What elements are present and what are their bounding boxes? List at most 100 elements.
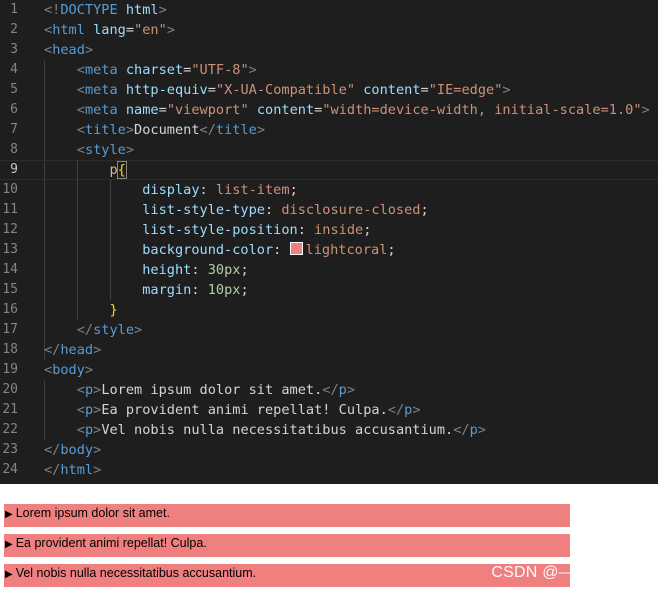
code-token: : [264, 202, 282, 218]
code-line[interactable]: 10 display: list-item; [0, 180, 658, 200]
code-token: content [256, 102, 315, 118]
line-number: 9 [10, 162, 18, 177]
code-token: lightcoral [305, 242, 388, 258]
code-token: { [116, 161, 127, 179]
code-line[interactable]: 22 <p>Vel nobis nulla necessitatibus acc… [0, 420, 658, 440]
paragraph-text: Vel nobis nulla necessitatibus accusanti… [15, 566, 257, 580]
code-line[interactable]: 13 background-color: lightcoral; [0, 240, 658, 260]
code-token: disclosure-closed [281, 202, 421, 218]
code-token: < [76, 82, 85, 98]
code-line[interactable]: 20 <p>Lorem ipsum dolor sit amet.</p> [0, 380, 658, 400]
code-token: lang [93, 22, 126, 38]
code-line[interactable]: 18 </head> [0, 340, 658, 360]
line-number: 15 [2, 282, 18, 297]
code-token: <! [44, 2, 61, 18]
code-text: <p > Ea provident animi repellat! Culpa.</… [44, 400, 421, 420]
paragraph-text: Ea provident animi repellat! Culpa. [15, 536, 207, 550]
code-token: p [84, 402, 94, 418]
code-line[interactable]: 12 list-style-position: inside; [0, 220, 658, 240]
code-token: Ea provident animi repellat! Culpa. [101, 402, 388, 418]
line-number: 6 [10, 102, 18, 117]
code-token: > [346, 382, 356, 398]
code-token: < [44, 22, 53, 38]
code-text: </html> [44, 460, 101, 480]
code-token: </ [76, 322, 94, 338]
code-line[interactable]: 19 <body> [0, 360, 658, 380]
code-token: </ [44, 342, 61, 358]
code-token: = [420, 82, 429, 98]
code-token: 30px [207, 262, 241, 278]
line-number: 2 [10, 22, 18, 37]
code-token: inside [314, 222, 364, 238]
code-text: height: 30px; [44, 260, 248, 280]
code-line[interactable]: 14 height: 30px; [0, 260, 658, 280]
line-number: 17 [2, 322, 18, 337]
code-token: </ [387, 402, 405, 418]
code-line[interactable]: 23 </body> [0, 440, 658, 460]
code-line[interactable]: 21 <p > Ea provident animi repellat! Culpa… [0, 400, 658, 420]
code-line[interactable]: 15 margin: 10px; [0, 280, 658, 300]
code-token: ; [363, 222, 372, 238]
line-number: 10 [2, 182, 18, 197]
disclosure-closed-icon: ▶ [5, 569, 13, 580]
code-token: style [84, 142, 126, 158]
code-token: < [76, 122, 85, 138]
code-line[interactable]: 4 <meta charset="UTF-8"> [0, 60, 658, 80]
code-text: list-style-position: inside; [44, 220, 371, 240]
code-line[interactable]: 9 p{ [0, 160, 658, 180]
code-text: background-color: lightcoral; [44, 240, 396, 260]
code-token: list-style-position [142, 222, 298, 238]
code-token: > [248, 62, 257, 78]
code-line[interactable]: 6 <meta name="viewport" content="width=d… [0, 100, 658, 120]
color-swatch-icon[interactable] [289, 242, 303, 255]
code-editor[interactable]: 1 <!DOCTYPE html> 2 <html lang="en"> 3 <head>… [0, 0, 658, 484]
code-token: p [84, 422, 94, 438]
code-text: <meta name="viewport" content="width=dev… [44, 100, 650, 120]
code-token: : [297, 222, 315, 238]
code-token: display [142, 182, 200, 198]
line-number: 19 [2, 362, 18, 377]
code-line[interactable]: 7 <title>Document</title> [0, 120, 658, 140]
code-token: > [93, 342, 102, 358]
code-line[interactable]: 3 <head> [0, 40, 658, 60]
code-text: list-style-type: disclosure-closed; [44, 200, 428, 220]
code-text: p{ [44, 161, 127, 179]
code-line[interactable]: 5 <meta http-equiv="X-UA-Compatible" con… [0, 80, 658, 100]
watermark: CSDN @—Miss. Z— [491, 564, 644, 581]
code-token: DOCTYPE [60, 2, 118, 18]
code-text: <title>Document</title> [44, 120, 265, 140]
code-line[interactable]: 1 <!DOCTYPE html> [0, 0, 658, 20]
code-token: > [158, 2, 167, 18]
code-token: > [477, 422, 486, 438]
code-token: > [502, 82, 511, 98]
code-token: ; [289, 182, 298, 198]
code-line[interactable]: 2 <html lang="en"> [0, 20, 658, 40]
code-token: p [338, 382, 347, 398]
browser-preview: ▶ Lorem ipsum dolor sit amet. ▶ Ea provide… [0, 484, 658, 592]
line-number: 18 [2, 342, 18, 357]
code-token: "IE=edge" [428, 82, 503, 98]
code-token: content [363, 82, 421, 98]
code-token: </ [199, 122, 216, 138]
code-line[interactable]: 11 list-style-type: disclosure-closed; [0, 200, 658, 220]
line-number: 14 [2, 262, 18, 277]
code-line[interactable]: 24 </html> [0, 460, 658, 480]
line-number: 1 [10, 2, 18, 17]
disclosure-closed-icon: ▶ [5, 509, 13, 520]
code-token: = [158, 102, 167, 118]
code-line[interactable]: 17 </style> [0, 320, 658, 340]
code-line[interactable]: 16 } [0, 300, 658, 320]
code-token: < [76, 62, 85, 78]
line-number: 22 [2, 422, 18, 437]
code-token: margin [142, 282, 192, 298]
code-token: > [93, 462, 102, 478]
line-number: 24 [2, 462, 18, 477]
code-token: html [125, 2, 159, 18]
code-line[interactable]: 8 <style> [0, 140, 658, 160]
code-token: charset [125, 62, 184, 78]
